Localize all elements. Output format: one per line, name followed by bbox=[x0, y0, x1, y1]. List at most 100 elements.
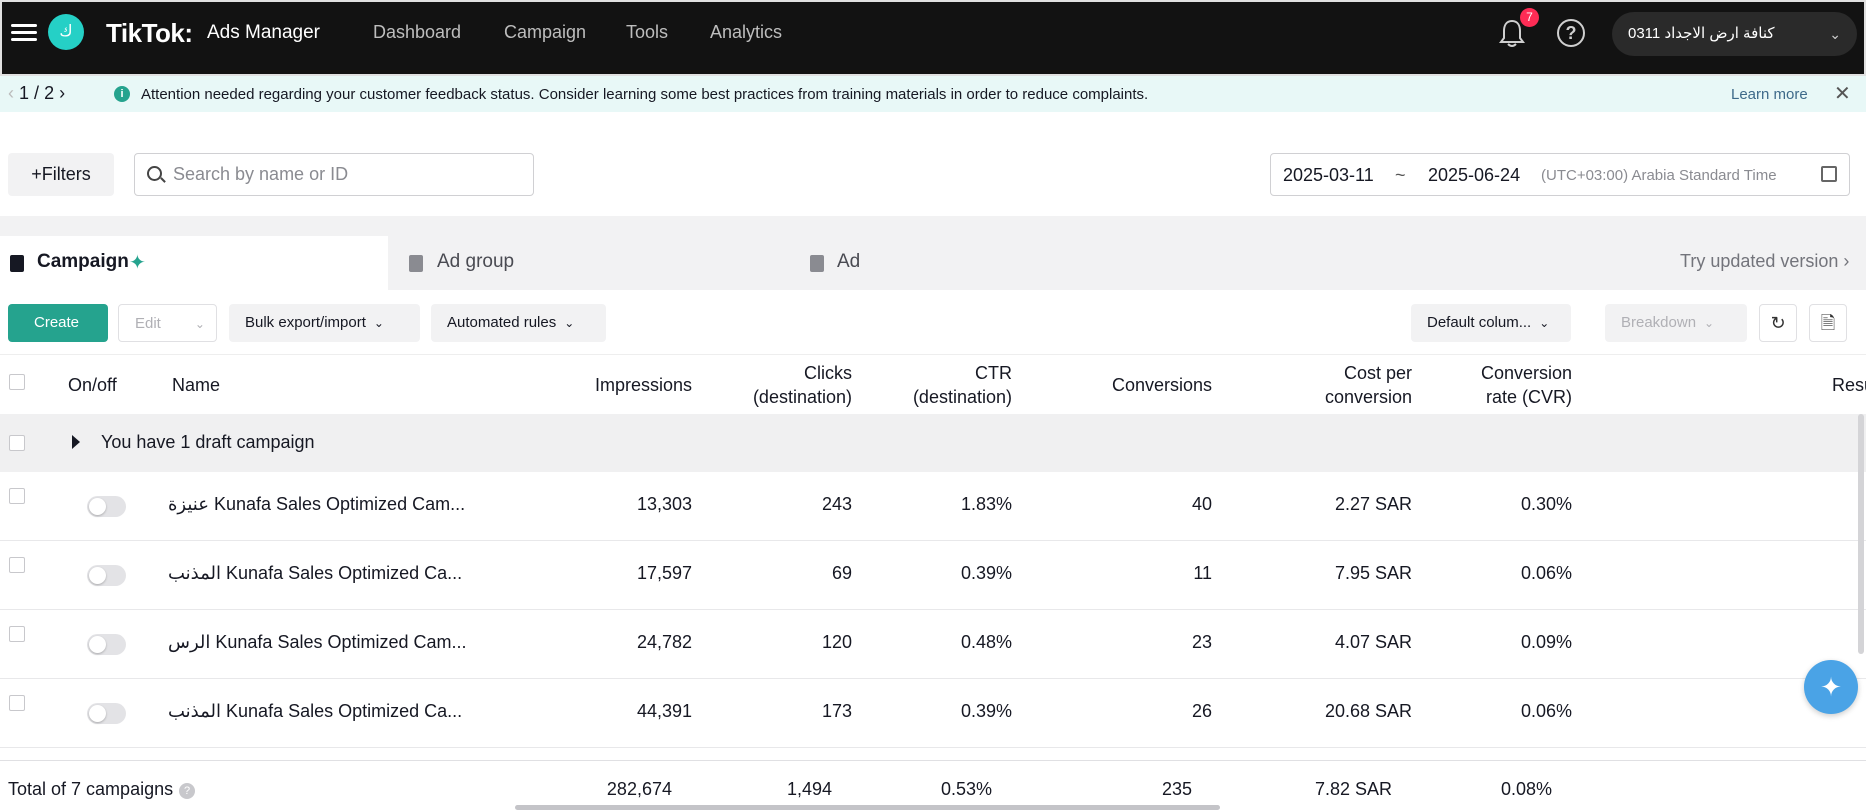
row-checkbox[interactable] bbox=[9, 488, 25, 504]
total-clicks: 1,494 bbox=[786, 779, 832, 799]
row-checkbox[interactable] bbox=[9, 626, 25, 642]
col-clicks[interactable]: Clicks (destination) bbox=[700, 361, 852, 409]
tab-ad-group[interactable]: Ad group bbox=[437, 251, 514, 273]
conversions-cell: 11 bbox=[1193, 563, 1212, 583]
vertical-scrollbar[interactable] bbox=[1858, 414, 1864, 654]
timezone-label: (UTC+03:00) Arabia Standard Time bbox=[1541, 167, 1777, 184]
col-name[interactable]: Name bbox=[172, 373, 220, 397]
cost-per-conversion-cell: 20.68 SAR bbox=[1324, 701, 1412, 721]
col-impressions[interactable]: Impressions bbox=[560, 373, 692, 397]
filters-button[interactable]: +Filters bbox=[8, 153, 114, 196]
clicks-cell: 120 bbox=[821, 632, 852, 652]
calendar-icon[interactable] bbox=[1821, 166, 1837, 182]
menu-icon[interactable] bbox=[11, 20, 37, 44]
draft-campaign-row[interactable]: You have 1 draft campaign bbox=[0, 414, 1866, 472]
totals-label-text: Total of 7 campaigns bbox=[8, 779, 174, 799]
chevron-right-icon[interactable]: › bbox=[59, 83, 65, 103]
status-toggle[interactable] bbox=[87, 565, 126, 586]
date-start: 2025-03-11 bbox=[1283, 165, 1374, 185]
cvr-cell: 0.09% bbox=[1520, 632, 1572, 652]
edit-label: Edit bbox=[135, 315, 161, 332]
bulk-export-import-dropdown[interactable]: Bulk export/import ⌄ bbox=[229, 304, 420, 342]
ctr-cell: 1.83% bbox=[960, 494, 1012, 514]
impressions-cell: 24,782 bbox=[636, 632, 692, 652]
select-all-checkbox[interactable] bbox=[9, 374, 25, 390]
status-toggle[interactable] bbox=[87, 634, 126, 655]
col-cost-line2: conversion bbox=[1324, 387, 1412, 407]
search-input[interactable] bbox=[173, 154, 523, 195]
row-checkbox[interactable] bbox=[9, 435, 25, 451]
pager-current: 1 bbox=[19, 83, 30, 103]
status-toggle[interactable] bbox=[87, 703, 126, 724]
campaign-name[interactable]: الرس Kunafa Sales Optimized Cam... bbox=[168, 632, 467, 653]
notification-count-badge: 7 bbox=[1520, 8, 1539, 27]
date-separator: ~ bbox=[1395, 165, 1406, 185]
table-row: المذنب Kunafa Sales Optimized Ca... 44,3… bbox=[0, 679, 1866, 748]
edit-dropdown[interactable]: Edit ⌄ bbox=[118, 304, 217, 342]
impressions-cell: 44,391 bbox=[636, 701, 692, 721]
campaign-name[interactable]: عنيزة Kunafa Sales Optimized Cam... bbox=[168, 494, 465, 515]
col-conversions[interactable]: Conversions bbox=[1060, 373, 1212, 397]
status-toggle[interactable] bbox=[87, 496, 126, 517]
pager-separator: / bbox=[34, 83, 40, 103]
nav-analytics[interactable]: Analytics bbox=[710, 22, 782, 43]
col-results[interactable]: Resu bbox=[1832, 373, 1866, 397]
tab-ad[interactable]: Ad bbox=[837, 251, 860, 273]
table-row: الرس Kunafa Sales Optimized Cam... 24,78… bbox=[0, 610, 1866, 679]
expand-icon[interactable] bbox=[72, 435, 80, 449]
table-row: عنيزة Kunafa Sales Optimized Cam... 13,3… bbox=[0, 472, 1866, 541]
chevron-down-icon: ⌄ bbox=[373, 316, 384, 330]
bulk-label: Bulk export/import bbox=[245, 314, 366, 331]
search-icon bbox=[147, 166, 162, 181]
rules-label: Automated rules bbox=[447, 314, 557, 331]
col-ctr-line1: CTR bbox=[975, 363, 1012, 383]
info-icon: i bbox=[114, 86, 130, 102]
row-checkbox[interactable] bbox=[9, 557, 25, 573]
automated-rules-dropdown[interactable]: Automated rules ⌄ bbox=[431, 304, 606, 342]
help-icon[interactable]: ? bbox=[1557, 19, 1585, 47]
date-range-picker[interactable]: 2025-03-11 ~ 2025-06-24 (UTC+03:00) Arab… bbox=[1270, 153, 1850, 196]
clicks-cell: 243 bbox=[821, 494, 852, 514]
chevron-down-icon: ⌄ bbox=[564, 316, 575, 330]
try-updated-version-link[interactable]: Try updated version › bbox=[1680, 251, 1849, 272]
col-cvr-line1: Conversion bbox=[1480, 363, 1572, 383]
cost-per-conversion-cell: 2.27 SAR bbox=[1334, 494, 1412, 514]
campaign-name[interactable]: المذنب Kunafa Sales Optimized Ca... bbox=[168, 563, 462, 584]
account-avatar[interactable]: ك bbox=[48, 14, 84, 50]
campaign-name[interactable]: المذنب Kunafa Sales Optimized Ca... bbox=[168, 701, 462, 722]
refresh-icon[interactable]: ↻ bbox=[1759, 304, 1797, 342]
row-checkbox[interactable] bbox=[9, 695, 25, 711]
tab-campaign-label[interactable]: Campaign bbox=[37, 251, 129, 273]
col-cvr[interactable]: Conversion rate (CVR) bbox=[1420, 361, 1572, 409]
learn-more-link[interactable]: Learn more bbox=[1731, 86, 1808, 103]
table-header: On/off Name Impressions Clicks (destinat… bbox=[0, 354, 1866, 414]
breakdown-label: Breakdown bbox=[1621, 314, 1697, 331]
tiktok-logo[interactable]: TikTok: bbox=[106, 18, 193, 49]
horizontal-scrollbar[interactable] bbox=[515, 805, 1220, 810]
close-icon[interactable]: ✕ bbox=[1834, 81, 1851, 106]
breakdown-dropdown[interactable]: Breakdown ⌄ bbox=[1605, 304, 1747, 342]
conversions-cell: 40 bbox=[1191, 494, 1212, 514]
account-name: 0311 كنافة ارض الاجداد bbox=[1628, 25, 1775, 42]
ad-group-icon bbox=[409, 255, 423, 272]
conversions-cell: 26 bbox=[1191, 701, 1212, 721]
ads-manager-page: ك TikTok: Ads Manager Dashboard Campaign… bbox=[0, 0, 1866, 811]
cvr-cell: 0.06% bbox=[1520, 701, 1572, 721]
chevron-left-icon[interactable]: ‹ bbox=[8, 83, 14, 103]
col-cvr-line2: rate (CVR) bbox=[1485, 387, 1572, 407]
create-button[interactable]: Create bbox=[8, 304, 108, 342]
columns-dropdown[interactable]: Default colum... ⌄ bbox=[1411, 304, 1571, 342]
nav-campaign[interactable]: Campaign bbox=[504, 22, 586, 43]
totals-row: Total of 7 campaigns? 282,674 1,494 0.53… bbox=[0, 760, 1866, 811]
clicks-cell: 173 bbox=[821, 701, 852, 721]
export-report-icon[interactable]: 🗎 bbox=[1809, 304, 1847, 342]
cost-per-conversion-cell: 7.95 SAR bbox=[1334, 563, 1412, 583]
nav-tools[interactable]: Tools bbox=[626, 22, 668, 43]
account-switcher[interactable]: 0311 كنافة ارض الاجداد ⌄ bbox=[1612, 12, 1857, 56]
col-cost-per-conversion[interactable]: Cost per conversion bbox=[1260, 361, 1412, 409]
col-cost-line1: Cost per bbox=[1343, 363, 1412, 383]
help-icon[interactable]: ? bbox=[179, 783, 196, 799]
nav-dashboard[interactable]: Dashboard bbox=[373, 22, 461, 43]
assistant-sparkle-icon[interactable]: ✦ bbox=[1804, 660, 1858, 714]
col-ctr[interactable]: CTR (destination) bbox=[860, 361, 1012, 409]
